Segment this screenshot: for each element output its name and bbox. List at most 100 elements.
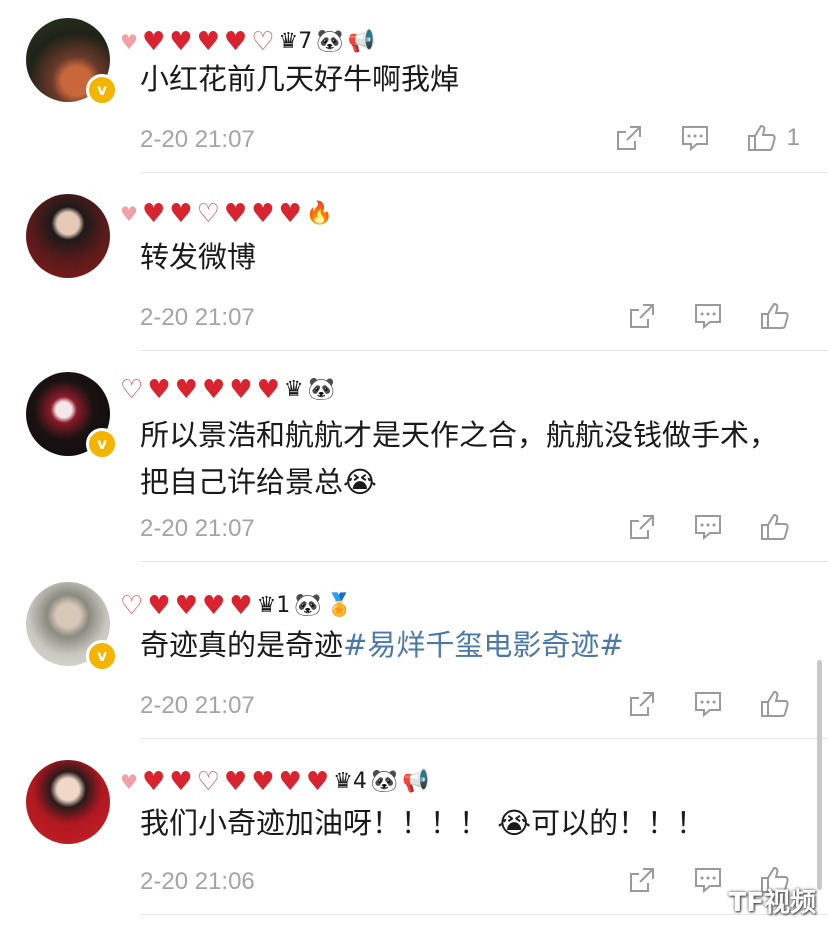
comment-time: 2-20 21:07 xyxy=(140,304,255,331)
panda-badge-icon: 🐼 xyxy=(307,377,336,402)
panda-badge-icon: 🐼 xyxy=(294,593,322,618)
share-icon xyxy=(616,126,641,150)
heart-icon: ♥ xyxy=(141,199,166,229)
like-button[interactable] xyxy=(758,688,800,720)
heart-icon: ♥ xyxy=(201,591,226,621)
heart-icon: ♥ xyxy=(201,375,226,405)
panda-badge-icon: 🐼 xyxy=(316,29,344,54)
comment-text-plain: 奇迹真的是奇迹 xyxy=(140,628,344,662)
comment-icon xyxy=(695,868,721,894)
divider xyxy=(140,914,828,915)
username-hearts[interactable]: ♡ ♥ ♥ ♥ ♥ ♥ ♛ 🐼 xyxy=(120,370,335,410)
verified-badge: v xyxy=(86,428,118,460)
heart-icon: ♥ xyxy=(278,767,302,797)
medal-badge-icon: 🏅 xyxy=(325,593,354,618)
divider xyxy=(140,561,828,562)
verified-badge: v xyxy=(86,74,118,106)
comment-time: 2-20 21:07 xyxy=(140,692,255,719)
comment-button[interactable] xyxy=(692,864,724,896)
comment-actions: 1 xyxy=(613,122,800,154)
like-icon xyxy=(761,513,789,540)
crown-badge-icon: ♛1 xyxy=(256,593,291,618)
comment-button[interactable] xyxy=(692,511,724,543)
share-button[interactable] xyxy=(626,864,658,896)
comment-time: 2-20 21:07 xyxy=(140,126,255,153)
heart-icon: ♥ xyxy=(223,27,248,57)
avatar[interactable] xyxy=(26,194,110,278)
heart-icon: ♡ xyxy=(196,767,220,797)
comment-icon xyxy=(681,126,708,152)
share-icon xyxy=(630,692,654,716)
heart-icon: ♥ xyxy=(147,375,171,405)
heart-icon: ♥ xyxy=(305,767,330,797)
comment-button[interactable] xyxy=(692,688,724,720)
hashtag-link[interactable]: #易烊千玺电影奇迹# xyxy=(343,628,624,662)
comment-text: 小红花前几天好牛啊我焯 xyxy=(140,62,460,96)
heart-icon: ♥ xyxy=(278,199,302,229)
username-hearts[interactable]: ♡ ♥ ♥ ♥ ♥ ♛1 🐼 🏅 xyxy=(120,586,353,626)
heart-icon: ♥ xyxy=(223,767,248,797)
username-hearts[interactable]: ♥ ♥ ♥ ♡ ♥ ♥ ♥ 🔥 xyxy=(120,194,333,234)
comment-text: 转发微博 xyxy=(140,240,257,274)
comment-text: 我们小奇迹加油呀！！！！ 😭可以的！！！ xyxy=(140,806,706,840)
comment-icon xyxy=(695,304,721,330)
comment-button[interactable] xyxy=(692,300,724,332)
crown-badge-icon: ♛7 xyxy=(278,29,313,54)
watermark: TF视频 xyxy=(728,888,817,918)
heart-icon: ♥ xyxy=(169,199,193,229)
heart-icon: ♥ xyxy=(251,199,275,229)
share-button[interactable] xyxy=(626,688,658,720)
username-hearts[interactable]: ♥ ♥ ♥ ♡ ♥ ♥ ♥ ♥ ♛4 🐼 📢 xyxy=(120,762,430,802)
comment-actions xyxy=(626,688,800,720)
heart-icon: ♡ xyxy=(196,199,220,229)
heart-icon: ♥ xyxy=(174,591,198,621)
heart-icon: ♡ xyxy=(120,591,144,621)
share-button[interactable] xyxy=(613,122,645,154)
divider xyxy=(140,172,828,173)
scrollbar[interactable] xyxy=(817,660,822,890)
comment-icon xyxy=(695,692,721,718)
like-button[interactable] xyxy=(758,300,800,332)
comment-button[interactable] xyxy=(679,122,711,154)
heart-icon: ♥ xyxy=(120,30,138,54)
like-icon xyxy=(761,302,789,329)
comment-icon xyxy=(695,515,721,541)
like-button[interactable] xyxy=(758,511,800,543)
divider xyxy=(140,350,828,351)
share-icon xyxy=(630,304,654,328)
heart-icon: ♥ xyxy=(223,199,248,229)
crown-badge-icon: ♛4 xyxy=(333,769,367,794)
heart-icon: ♥ xyxy=(141,767,166,797)
comment-text: 所以景浩和航航才是天作之合，航航没钱做手术，把自己许给景总😭 xyxy=(140,418,779,499)
like-icon xyxy=(761,690,789,717)
like-count: 1 xyxy=(786,124,800,151)
like-icon xyxy=(747,124,776,151)
avatar[interactable] xyxy=(26,760,110,844)
like-button[interactable]: 1 xyxy=(745,122,800,154)
heart-icon: ♥ xyxy=(256,375,280,405)
heart-icon: ♥ xyxy=(196,27,220,57)
crown-badge-icon: ♛ xyxy=(283,377,304,402)
heart-icon: ♥ xyxy=(169,27,193,57)
comment-text: 奇迹真的是奇迹#易烊千玺电影奇迹# xyxy=(140,622,798,669)
share-button[interactable] xyxy=(626,511,658,543)
share-icon xyxy=(630,515,654,539)
heart-icon: ♥ xyxy=(120,202,138,226)
heart-icon: ♥ xyxy=(229,375,253,405)
share-icon xyxy=(630,868,654,892)
heart-icon: ♡ xyxy=(251,27,275,57)
comment-actions xyxy=(626,300,800,332)
comment-time: 2-20 21:06 xyxy=(140,868,255,895)
heart-icon: ♥ xyxy=(229,591,253,621)
megaphone-badge-icon: 📢 xyxy=(402,769,430,794)
heart-icon: ♥ xyxy=(251,767,275,797)
megaphone-badge-icon: 📢 xyxy=(347,29,376,54)
heart-icon: ♥ xyxy=(141,27,166,57)
heart-icon: ♥ xyxy=(169,767,193,797)
comment-time: 2-20 21:07 xyxy=(140,515,255,542)
divider xyxy=(140,738,828,739)
fire-badge-icon: 🔥 xyxy=(305,201,334,226)
share-button[interactable] xyxy=(626,300,658,332)
heart-icon: ♥ xyxy=(120,770,138,794)
verified-badge: v xyxy=(86,640,118,672)
